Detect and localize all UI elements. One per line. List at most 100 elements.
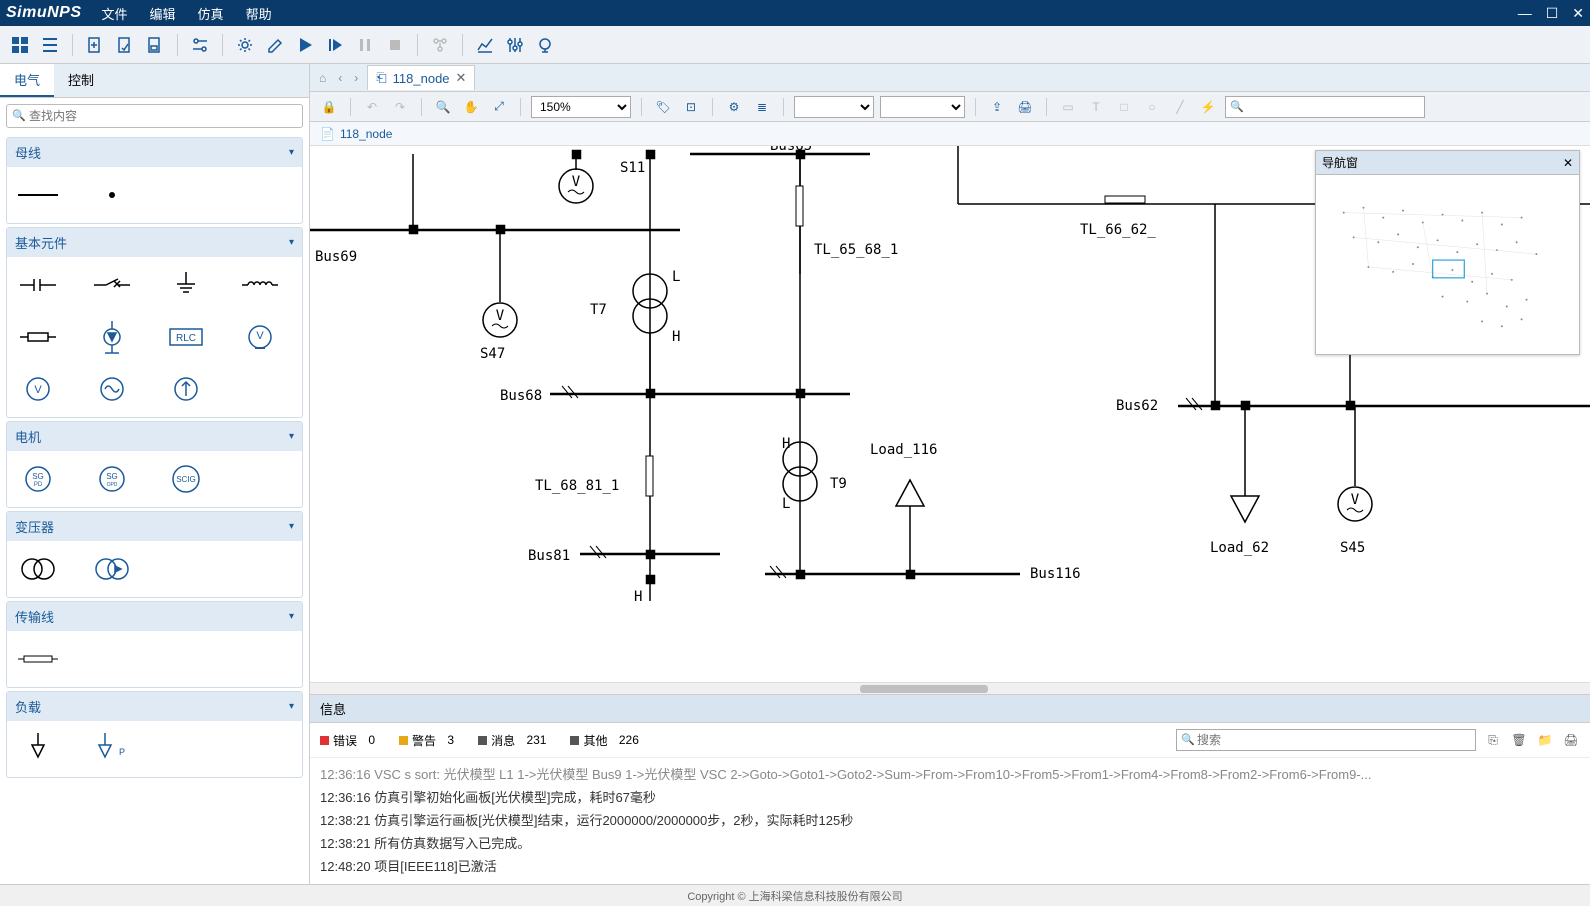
tab-home-icon[interactable]: ⌂ [316, 71, 329, 85]
menu-file[interactable]: 文件 [102, 4, 128, 23]
log-output[interactable]: 12:36:16 VSC s sort: 光伏模型 L1 1->光伏模型 Bus… [310, 758, 1590, 884]
category-transformer[interactable]: 变压器▾ [7, 512, 302, 541]
layers-icon[interactable]: ≣ [751, 96, 773, 118]
globe-icon[interactable] [533, 33, 557, 57]
zoom-select[interactable]: 150% [531, 96, 631, 118]
target-icon[interactable]: ⊡ [680, 96, 702, 118]
tab-prev-icon[interactable]: ‹ [335, 71, 345, 85]
sliders-icon[interactable] [503, 33, 527, 57]
svg-text:P: P [119, 747, 125, 757]
svg-text:T7: T7 [590, 302, 607, 318]
folder-icon[interactable]: 📁 [1536, 731, 1554, 749]
lock-icon[interactable]: 🔒 [318, 96, 340, 118]
filter-warn[interactable]: 警告 3 [399, 732, 454, 749]
main-toolbar [0, 26, 1590, 64]
palette-search-input[interactable] [6, 104, 303, 128]
comp-line[interactable] [13, 639, 63, 679]
export-icon[interactable]: ⇪ [986, 96, 1008, 118]
file-tab[interactable]: ⎗ 118_node ✕ [367, 65, 475, 90]
dropdown1[interactable] [794, 96, 874, 118]
comp-rlc[interactable]: RLC [161, 317, 211, 357]
comp-sg1[interactable]: SGPD [13, 459, 63, 499]
svg-text:Bus62: Bus62 [1116, 398, 1158, 414]
tag-icon[interactable]: 🏷 [652, 96, 674, 118]
new-file-icon[interactable] [83, 33, 107, 57]
rect-icon[interactable]: □ [1113, 96, 1135, 118]
open-file-icon[interactable] [113, 33, 137, 57]
pause-icon[interactable] [353, 33, 377, 57]
category-bus[interactable]: 母线▾ [7, 138, 302, 167]
circle-icon[interactable]: ○ [1141, 96, 1163, 118]
maximize-icon[interactable]: ☐ [1546, 5, 1559, 22]
close-icon[interactable]: ✕ [1572, 5, 1584, 22]
comp-sg2[interactable]: SGOPD [87, 459, 137, 499]
filter-other[interactable]: 其他 226 [570, 732, 638, 749]
close-tab-icon[interactable]: ✕ [456, 70, 467, 86]
comp-voltmeter[interactable]: V [235, 317, 285, 357]
save-file-icon[interactable] [143, 33, 167, 57]
zoom-icon[interactable]: 🔍 [432, 96, 454, 118]
expand-icon[interactable]: ⤢ [488, 96, 510, 118]
undo-icon[interactable]: ↶ [361, 96, 383, 118]
comp-diode[interactable] [87, 317, 137, 357]
file-icon: ⎗ [376, 70, 386, 86]
edit-icon[interactable] [263, 33, 287, 57]
info-header: 信息 [310, 695, 1590, 723]
settings-icon[interactable] [188, 33, 212, 57]
horizontal-scrollbar[interactable] [310, 682, 1590, 694]
print-icon[interactable]: 🖨 [1014, 96, 1036, 118]
comp-loadcvp[interactable]: P [87, 729, 137, 769]
svg-text:S45: S45 [1340, 540, 1365, 556]
menu-help[interactable]: 帮助 [246, 4, 272, 23]
category-line[interactable]: 传输线▾ [7, 602, 302, 631]
comp-switch[interactable] [87, 265, 137, 305]
comp-scig[interactable]: SCIG [161, 459, 211, 499]
menu-edit[interactable]: 编辑 [150, 4, 176, 23]
tab-next-icon[interactable]: › [351, 71, 361, 85]
image-icon[interactable]: ▭ [1057, 96, 1079, 118]
nav-close-icon[interactable]: ✕ [1563, 156, 1573, 170]
text-icon[interactable]: T [1085, 96, 1107, 118]
hand-icon[interactable]: ✋ [460, 96, 482, 118]
dropdown2[interactable] [880, 96, 965, 118]
tab-electrical[interactable]: 电气 [0, 64, 54, 97]
delete-icon[interactable]: 🗑 [1510, 731, 1528, 749]
navigation-window[interactable]: 导航窗✕ [1315, 150, 1580, 355]
comp-load[interactable] [13, 729, 63, 769]
redo-icon[interactable]: ↷ [389, 96, 411, 118]
category-basic[interactable]: 基本元件▾ [7, 228, 302, 257]
comp-inductor[interactable] [235, 265, 285, 305]
gear-icon[interactable]: ⚙ [723, 96, 745, 118]
grid-icon[interactable] [8, 33, 32, 57]
step-icon[interactable] [323, 33, 347, 57]
comp-voltmeter2[interactable]: V [13, 369, 63, 409]
comp-resistor[interactable] [13, 317, 63, 357]
tab-control[interactable]: 控制 [54, 64, 108, 97]
gear-icon[interactable] [233, 33, 257, 57]
list-icon[interactable] [38, 33, 62, 57]
comp-currentsource[interactable] [161, 369, 211, 409]
comp-ground[interactable] [161, 265, 211, 305]
comp-transformer[interactable] [13, 549, 63, 589]
minimize-icon[interactable]: — [1518, 5, 1532, 22]
line-tool-icon[interactable]: ╱ [1169, 96, 1191, 118]
comp-transformer3[interactable] [87, 549, 137, 589]
print-log-icon[interactable]: 🖨 [1562, 731, 1580, 749]
comp-capacitor[interactable] [13, 265, 63, 305]
category-machine[interactable]: 电机▾ [7, 422, 302, 451]
bolt-icon[interactable]: ⚡ [1197, 96, 1219, 118]
comp-busbar[interactable] [13, 175, 63, 215]
stop-icon[interactable] [383, 33, 407, 57]
comp-node[interactable] [87, 175, 137, 215]
menu-sim[interactable]: 仿真 [198, 4, 224, 23]
filter-msg[interactable]: 消息 231 [478, 732, 546, 749]
comp-acsource[interactable] [87, 369, 137, 409]
flow-icon[interactable] [428, 33, 452, 57]
chart-icon[interactable] [473, 33, 497, 57]
copy-icon[interactable]: ⎘ [1484, 731, 1502, 749]
log-search-input[interactable] [1176, 729, 1476, 751]
category-load[interactable]: 负载▾ [7, 692, 302, 721]
filter-error[interactable]: 错误 0 [320, 732, 375, 749]
play-icon[interactable] [293, 33, 317, 57]
editor-search-input[interactable] [1225, 96, 1425, 118]
